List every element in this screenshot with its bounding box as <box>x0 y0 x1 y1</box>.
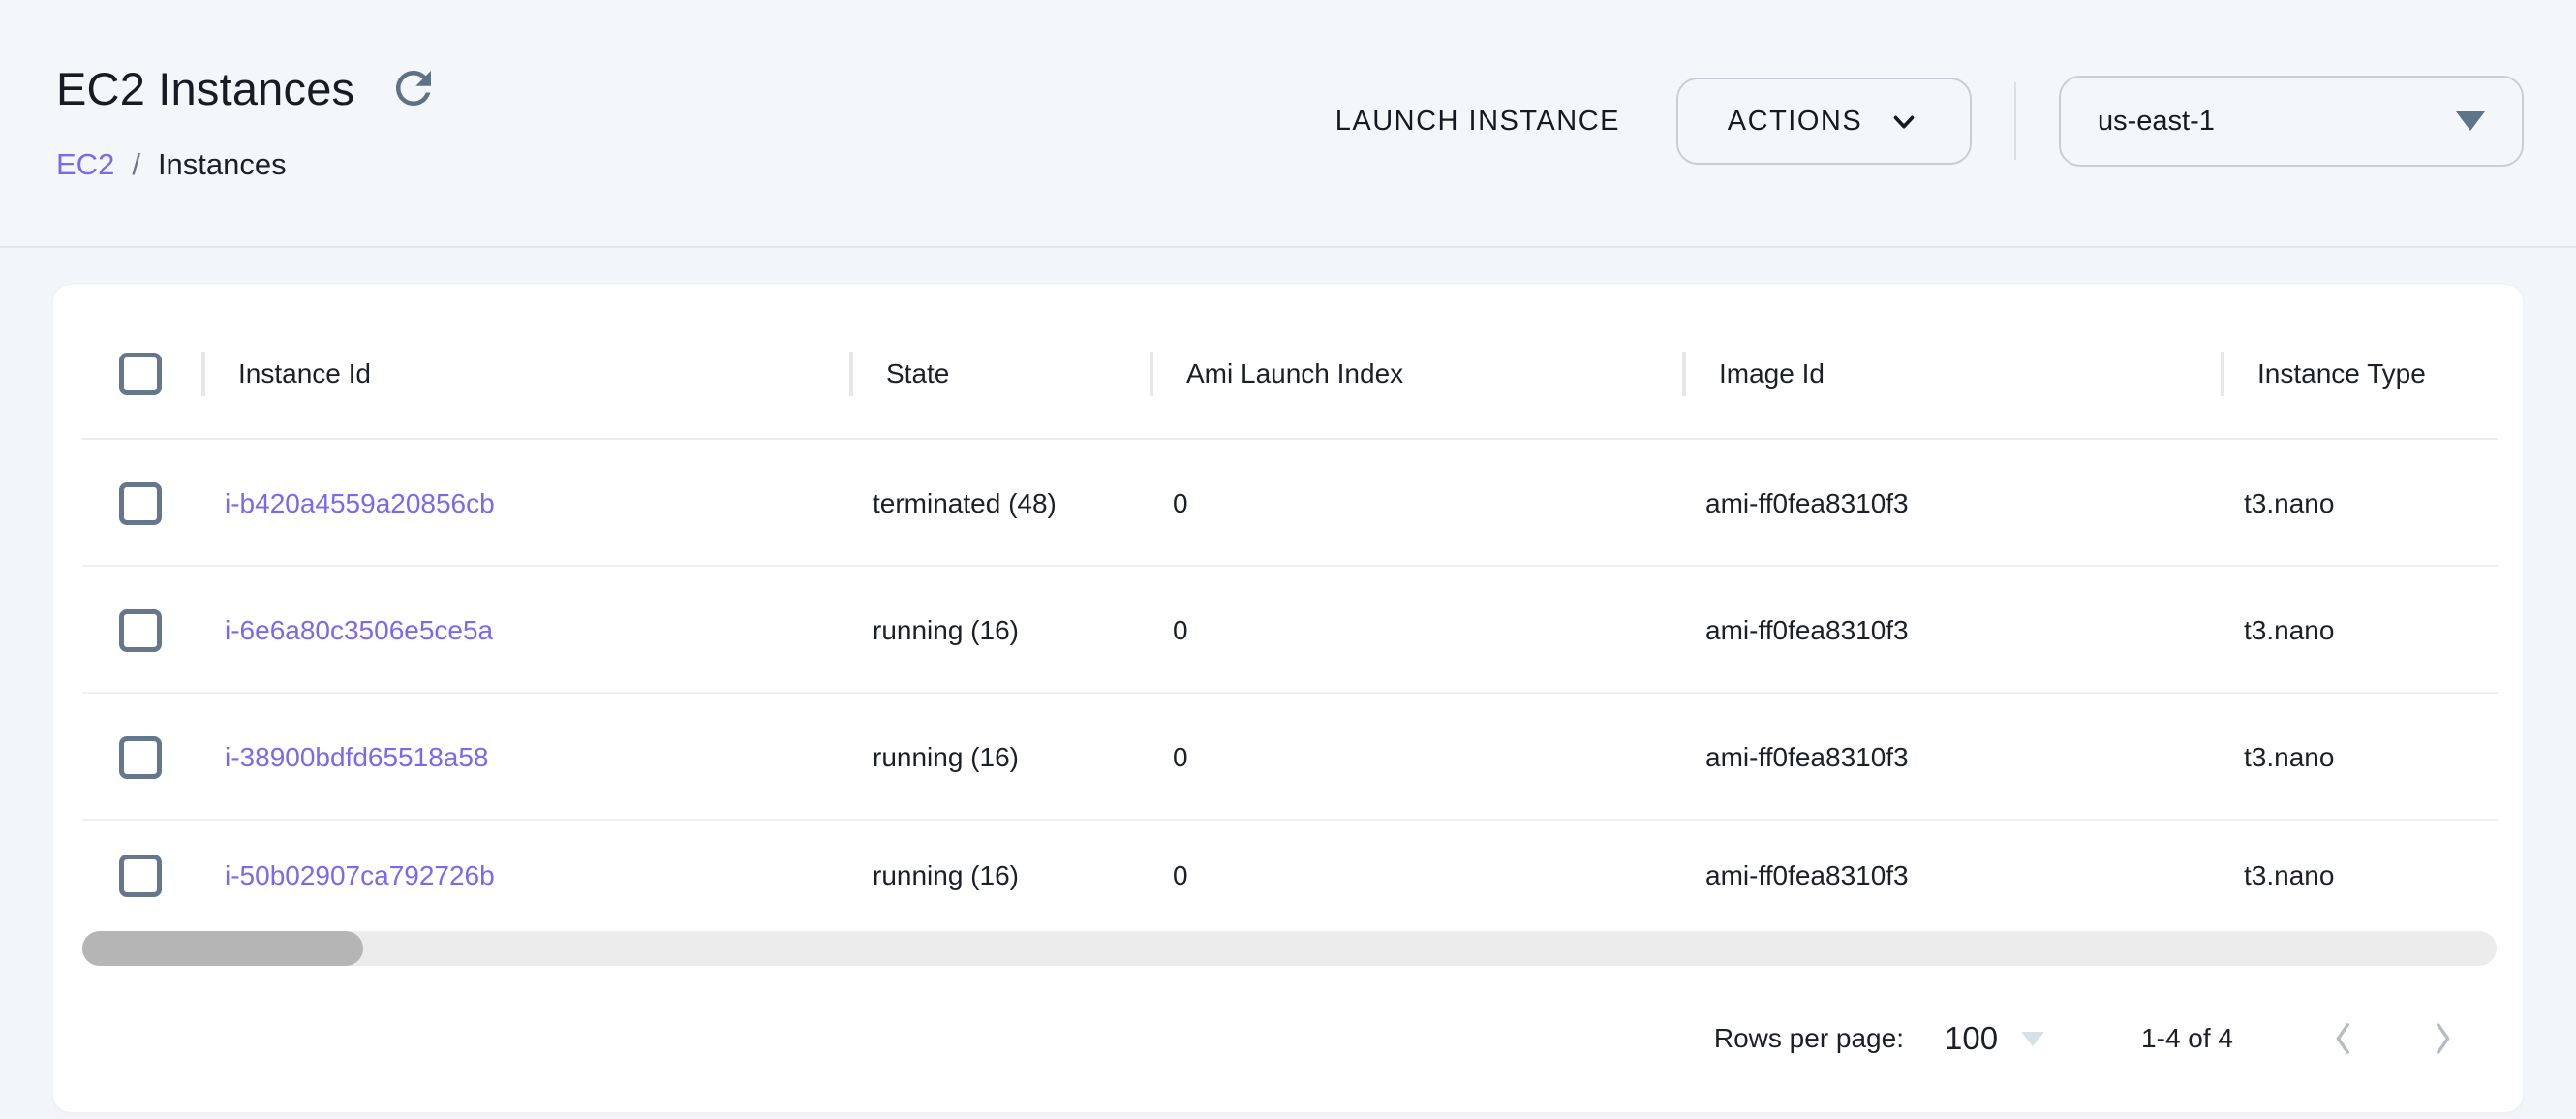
pagination-bar: Rows per page: 100 1-4 of 4 <box>53 966 2523 1111</box>
breadcrumb: EC2 / Instances <box>56 147 287 182</box>
state-cell: running (16) <box>849 615 1019 646</box>
actions-button-label: ACTIONS <box>1728 106 1862 138</box>
toolbar-divider <box>2014 82 2016 160</box>
row-checkbox-cell <box>53 482 201 525</box>
column-divider <box>1682 352 1686 396</box>
state-cell: running (16) <box>849 860 1019 891</box>
breadcrumb-separator: / <box>132 147 140 182</box>
row-checkbox[interactable] <box>119 855 162 897</box>
instance-type-cell: t3.nano <box>2221 860 2334 891</box>
row-checkbox[interactable] <box>119 736 162 779</box>
instances-table-card: Instance Id State Ami Launch Index Image… <box>53 285 2523 1112</box>
toolbar: LAUNCH INSTANCE ACTIONS us-east-1 <box>1335 75 2524 168</box>
column-divider <box>201 352 205 396</box>
row-checkbox-cell <box>53 736 201 779</box>
instance-type-cell: t3.nano <box>2221 488 2334 519</box>
image-id-cell: ami-ff0fea8310f3 <box>1682 860 1909 891</box>
header-checkbox-cell <box>53 353 201 395</box>
region-select[interactable]: us-east-1 <box>2059 76 2524 167</box>
ami-launch-index-cell: 0 <box>1150 488 1188 519</box>
rows-per-page-select[interactable]: 100 <box>1945 1020 2044 1057</box>
header-image-id-label: Image Id <box>1719 358 1825 389</box>
ami-launch-index-cell: 0 <box>1150 742 1188 773</box>
next-page-button[interactable] <box>2426 1019 2459 1058</box>
region-select-value: us-east-1 <box>2098 106 2215 138</box>
actions-button[interactable]: ACTIONS <box>1676 78 1972 165</box>
instance-id-link[interactable]: i-38900bdfd65518a58 <box>201 742 488 773</box>
table-row: i-6e6a80c3506e5ce5a running (16) 0 ami-f… <box>53 567 2523 694</box>
instance-type-cell: t3.nano <box>2221 615 2334 646</box>
caret-down-icon <box>2456 111 2485 131</box>
chevron-left-icon <box>2327 1019 2360 1058</box>
header-instance-type-label: Instance Type <box>2257 358 2426 389</box>
launch-instance-button[interactable]: LAUNCH INSTANCE <box>1335 106 1620 138</box>
header-instance-id-label: Instance Id <box>238 358 371 389</box>
chevron-down-icon <box>1887 105 1920 138</box>
instance-id-link[interactable]: i-50b02907ca792726b <box>201 860 495 891</box>
instance-id-link[interactable]: i-b420a4559a20856cb <box>201 488 495 519</box>
state-cell: terminated (48) <box>849 488 1057 519</box>
row-checkbox[interactable] <box>119 482 162 525</box>
table-row: i-b420a4559a20856cb terminated (48) 0 am… <box>53 440 2523 567</box>
page-header: EC2 Instances EC2 / Instances LAUNCH INS… <box>0 0 2576 248</box>
row-checkbox-cell <box>53 609 201 652</box>
table-row: i-50b02907ca792726b running (16) 0 ami-f… <box>53 821 2523 931</box>
header-state: State <box>849 352 1150 396</box>
rows-per-page-value: 100 <box>1945 1020 1998 1057</box>
refresh-button[interactable] <box>385 60 442 116</box>
chevron-right-icon <box>2426 1019 2459 1058</box>
page-title: EC2 Instances <box>56 62 354 115</box>
header-ami-launch-index-label: Ami Launch Index <box>1186 358 1403 389</box>
horizontal-scrollbar-track[interactable] <box>82 931 2497 966</box>
row-checkbox-cell <box>53 855 201 897</box>
column-divider <box>1150 352 1153 396</box>
rows-per-page-label: Rows per page: <box>1714 1023 1904 1054</box>
ami-launch-index-cell: 0 <box>1150 860 1188 891</box>
refresh-icon <box>387 62 440 114</box>
image-id-cell: ami-ff0fea8310f3 <box>1682 615 1909 646</box>
previous-page-button[interactable] <box>2327 1019 2360 1058</box>
instance-type-cell: t3.nano <box>2221 742 2334 773</box>
state-cell: running (16) <box>849 742 1019 773</box>
header-instance-id: Instance Id <box>201 352 849 396</box>
header-instance-type: Instance Type <box>2221 352 2523 396</box>
row-checkbox[interactable] <box>119 609 162 652</box>
image-id-cell: ami-ff0fea8310f3 <box>1682 742 1909 773</box>
horizontal-scrollbar-thumb[interactable] <box>82 931 363 966</box>
table-row: i-38900bdfd65518a58 running (16) 0 ami-f… <box>53 694 2523 821</box>
ami-launch-index-cell: 0 <box>1150 615 1188 646</box>
table-header-row: Instance Id State Ami Launch Index Image… <box>53 285 2523 440</box>
column-divider <box>2221 352 2224 396</box>
select-all-checkbox[interactable] <box>119 353 162 395</box>
instance-id-link[interactable]: i-6e6a80c3506e5ce5a <box>201 615 493 646</box>
pagination-range: 1-4 of 4 <box>2141 1023 2233 1054</box>
caret-down-icon <box>2021 1032 2044 1046</box>
image-id-cell: ami-ff0fea8310f3 <box>1682 488 1909 519</box>
header-state-label: State <box>886 358 949 389</box>
breadcrumb-ec2-link[interactable]: EC2 <box>56 147 114 182</box>
breadcrumb-current: Instances <box>158 147 287 182</box>
header-ami-launch-index: Ami Launch Index <box>1150 352 1682 396</box>
header-image-id: Image Id <box>1682 352 2221 396</box>
title-row: EC2 Instances <box>56 60 442 116</box>
ec2-instances-page: EC2 Instances EC2 / Instances LAUNCH INS… <box>0 0 2576 1119</box>
column-divider <box>849 352 853 396</box>
